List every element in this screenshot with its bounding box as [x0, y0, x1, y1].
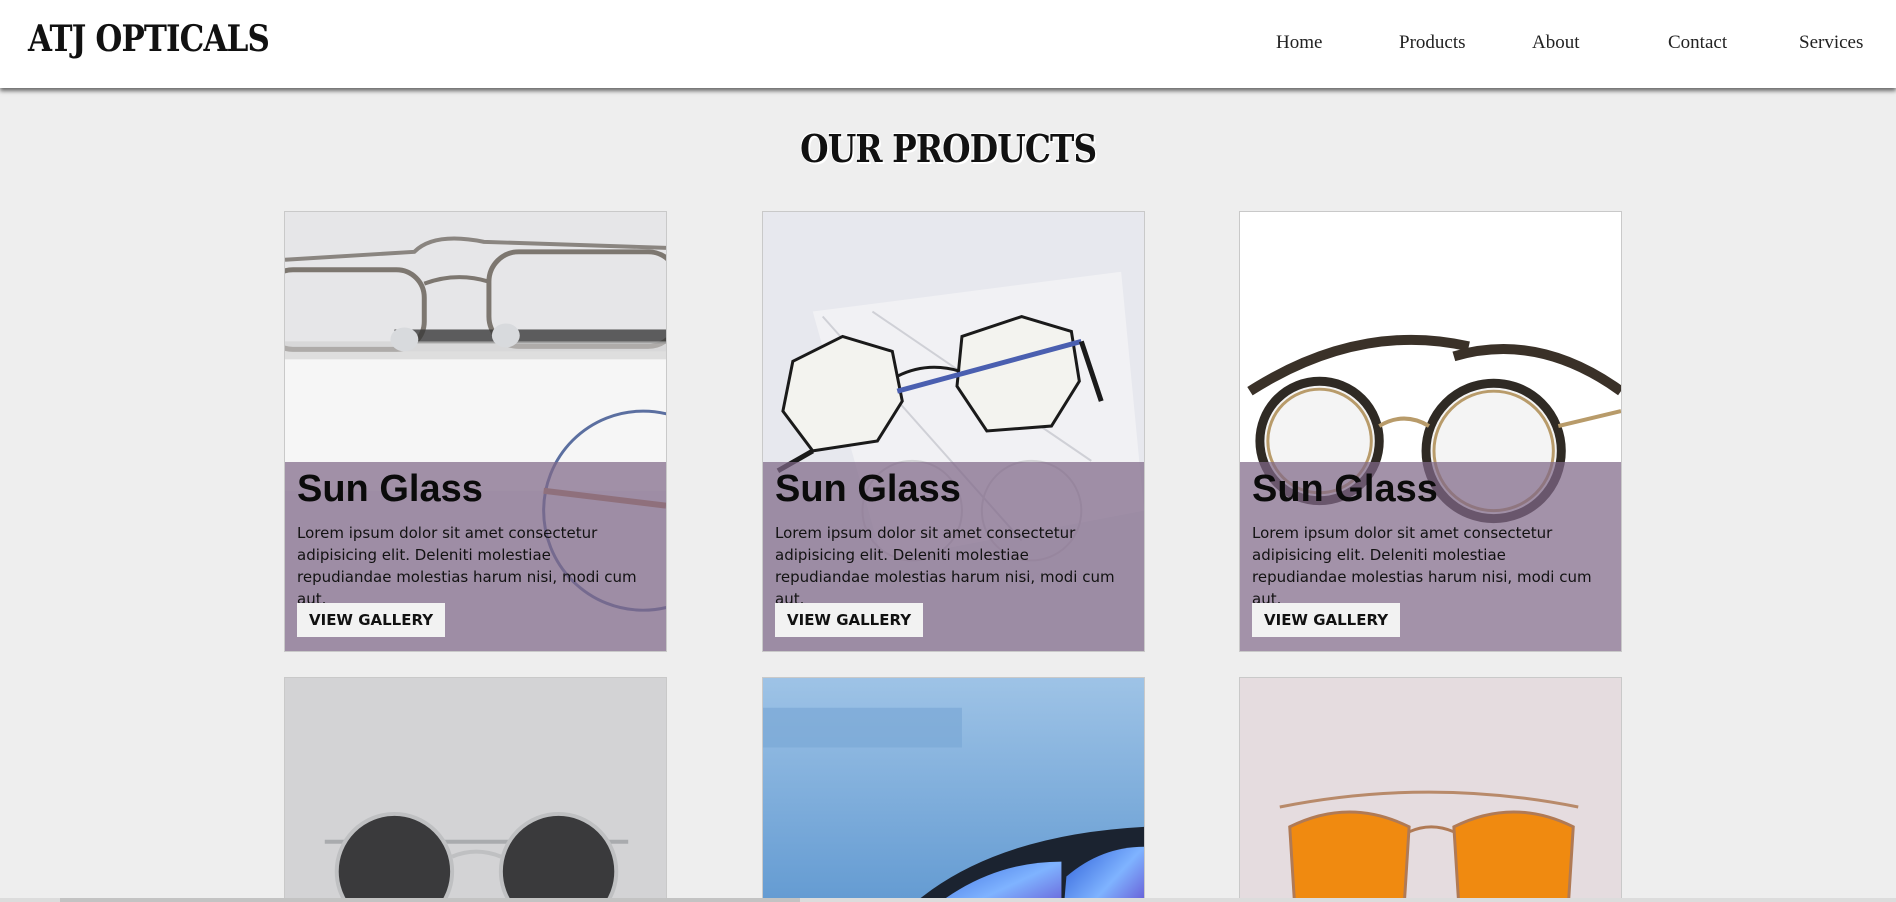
card-overlay: Sun Glass Lorem ipsum dolor sit amet con…	[285, 462, 666, 651]
card-overlay: Sun Glass Lorem ipsum dolor sit amet con…	[1240, 462, 1621, 651]
nav-contact-link[interactable]: Contact	[1668, 32, 1727, 54]
card-description: Lorem ipsum dolor sit amet consectetur a…	[1252, 524, 1592, 608]
nav-about-link[interactable]: About	[1532, 32, 1580, 54]
section-title: OUR PRODUCTS	[799, 126, 1097, 171]
view-gallery-button[interactable]: VIEW GALLERY	[775, 603, 924, 637]
product-card	[1239, 677, 1622, 902]
nav-products-link[interactable]: Products	[1399, 32, 1466, 54]
card-title: Sun Glass	[775, 468, 961, 510]
horizontal-scrollbar[interactable]	[0, 898, 1896, 902]
card-description: Lorem ipsum dolor sit amet consectetur a…	[297, 524, 637, 608]
orange-aviator-sunglasses-photo	[1240, 678, 1621, 902]
scrollbar-thumb[interactable]	[60, 898, 800, 902]
product-card	[762, 677, 1145, 902]
blue-mirrored-sunglasses-photo	[763, 678, 1144, 902]
view-gallery-button[interactable]: VIEW GALLERY	[1252, 603, 1401, 637]
card-description: Lorem ipsum dolor sit amet consectetur a…	[775, 524, 1115, 608]
site-logo[interactable]: ATJ OPTICALS	[28, 18, 270, 60]
product-card: Sun Glass Lorem ipsum dolor sit amet con…	[762, 211, 1145, 652]
view-gallery-button[interactable]: VIEW GALLERY	[297, 603, 446, 637]
nav-services-link[interactable]: Services	[1799, 32, 1863, 54]
site-header: ATJ OPTICALS Home Products About Contact…	[0, 0, 1896, 88]
nav-home-link[interactable]: Home	[1276, 32, 1322, 54]
card-title: Sun Glass	[1252, 468, 1438, 510]
product-card	[284, 677, 667, 902]
card-overlay: Sun Glass Lorem ipsum dolor sit amet con…	[763, 462, 1144, 651]
card-title: Sun Glass	[297, 468, 483, 510]
product-card: Sun Glass Lorem ipsum dolor sit amet con…	[1239, 211, 1622, 652]
product-card: Sun Glass Lorem ipsum dolor sit amet con…	[284, 211, 667, 652]
black-round-sunglasses-photo	[285, 678, 666, 902]
